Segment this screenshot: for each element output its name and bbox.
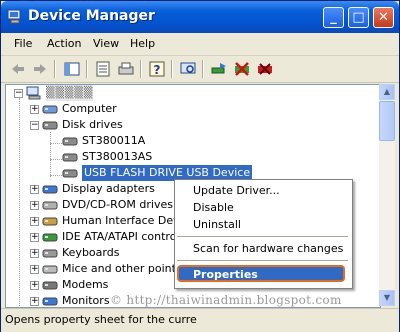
tree-item-label: Human Interface Devic [62, 214, 189, 227]
ide-icon [42, 233, 58, 242]
minimize-button[interactable]: _ [323, 7, 344, 28]
status-text: Opens property sheet for the curre [5, 313, 197, 326]
tree-connector [50, 159, 62, 160]
expand-icon[interactable]: + [30, 265, 39, 274]
monitor-icon [42, 297, 58, 306]
menu-file[interactable]: File [14, 37, 32, 50]
menu-update-driver[interactable]: Update Driver... [193, 184, 280, 197]
disk-drive-icon [62, 137, 78, 146]
menu-action[interactable]: Action [47, 37, 81, 50]
update-driver-icon[interactable] [210, 60, 228, 78]
disable-icon[interactable] [233, 60, 251, 78]
tree-connector [50, 175, 62, 176]
mouse-icon [42, 265, 58, 274]
menu-disable[interactable]: Disable [193, 201, 234, 214]
toolbar-separator [140, 60, 142, 78]
title-bar[interactable]: Device Manager _ □ ✕ [1, 1, 399, 33]
menu-view[interactable]: View [93, 37, 119, 50]
disk-drive-icon [62, 153, 78, 162]
scroll-thumb[interactable] [379, 101, 395, 141]
tree-item-label: Modems [62, 278, 109, 291]
toolbar-separator [202, 60, 204, 78]
vertical-scrollbar[interactable]: ▲ ▼ [379, 84, 395, 306]
tree-item-label: Computer [62, 102, 117, 115]
display-icon [42, 185, 58, 194]
context-menu: Update Driver... Disable Uninstall Scan … [174, 179, 353, 289]
computer-icon [26, 86, 41, 100]
toolbar-separator [86, 60, 88, 78]
expand-icon[interactable]: + [30, 281, 39, 290]
tree-item-label: Display adapters [62, 182, 155, 195]
forward-icon[interactable] [31, 60, 49, 78]
expand-icon[interactable]: + [30, 105, 39, 114]
modem-icon [42, 281, 58, 290]
watermark: © http://thaiwinadmin.blogspot.com [110, 293, 342, 307]
tree-connector [50, 132, 51, 177]
scroll-up-button[interactable]: ▲ [379, 84, 395, 100]
minimize-icon: _ [330, 10, 337, 25]
keyboard-icon [42, 249, 58, 258]
tree-connector [19, 98, 20, 307]
expand-icon[interactable]: + [30, 201, 39, 210]
scroll-down-button[interactable]: ▼ [379, 290, 395, 306]
expand-icon[interactable]: + [30, 297, 39, 306]
close-icon: ✕ [378, 10, 389, 25]
scan-icon[interactable] [179, 60, 197, 78]
expand-icon[interactable]: + [30, 185, 39, 194]
menu-separator [177, 236, 348, 237]
disk-drive-icon [42, 121, 58, 130]
tree-item-label: Monitors [62, 294, 110, 307]
print-icon[interactable] [117, 60, 135, 78]
disk-drive-icon [62, 169, 78, 178]
menu-separator [177, 260, 348, 261]
tree-item-label: IDE ATA/ATAPI contro [62, 230, 177, 243]
hid-icon [42, 217, 58, 226]
toolbar: ? [1, 56, 399, 83]
tree-item-label: DVD/CD-ROM drives [62, 198, 173, 211]
window-title: Device Manager [28, 8, 155, 24]
tree-item-label: Disk drives [62, 118, 123, 131]
back-icon[interactable] [9, 60, 27, 78]
properties-icon[interactable] [94, 60, 112, 78]
tree-item-label: ST380011A [82, 134, 146, 147]
collapse-icon[interactable]: − [14, 89, 23, 98]
menu-properties[interactable]: Properties [177, 265, 345, 282]
cdrom-icon [42, 201, 58, 210]
maximize-icon: □ [352, 10, 365, 25]
tree-item-label: Keyboards [62, 246, 120, 259]
expand-icon[interactable]: + [30, 249, 39, 258]
toolbar-separator [54, 60, 56, 78]
tree-item-label: ST380013AS [82, 150, 153, 163]
menu-uninstall[interactable]: Uninstall [193, 218, 241, 231]
device-manager-icon [7, 9, 21, 24]
uninstall-icon[interactable] [256, 60, 274, 78]
maximize-button[interactable]: □ [348, 7, 369, 28]
device-manager-window: Device Manager _ □ ✕ File Action View He… [0, 0, 400, 332]
computer-icon [42, 105, 58, 114]
toolbar-separator [171, 60, 173, 78]
help-icon[interactable]: ? [148, 60, 166, 78]
menu-bar: File Action View Help [1, 33, 399, 56]
expand-icon[interactable]: + [30, 217, 39, 226]
tree-connector [50, 143, 62, 144]
close-button[interactable]: ✕ [373, 7, 394, 28]
tree-root-label: ▒▒▒▒▒ [46, 85, 94, 101]
expand-icon[interactable]: + [30, 233, 39, 242]
menu-properties-label: Properties [193, 268, 258, 281]
menu-help[interactable]: Help [130, 37, 155, 50]
tree-item-label: Mice and other pointin [62, 262, 186, 275]
collapse-icon[interactable]: − [30, 121, 39, 130]
svg-text:?: ? [154, 63, 161, 77]
console-tree-icon[interactable] [63, 60, 81, 78]
menu-scan-hardware[interactable]: Scan for hardware changes [193, 242, 343, 255]
status-bar: Opens property sheet for the curre [1, 308, 399, 332]
